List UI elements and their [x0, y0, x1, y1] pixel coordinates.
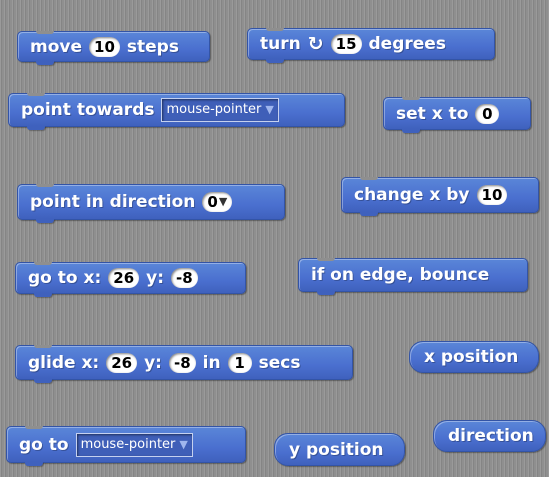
glide-in-label: in — [202, 352, 221, 373]
y-position-reporter[interactable]: y position — [274, 433, 405, 466]
dropdown-arrow-icon: ▼ — [179, 437, 188, 451]
glide-y-label: y: — [144, 352, 162, 373]
steps-label: steps — [126, 36, 179, 57]
y-position-label: y position — [289, 439, 384, 460]
go-to-y-input[interactable]: -8 — [171, 268, 198, 288]
direction-reporter[interactable]: direction — [433, 420, 546, 452]
glide-x-label: glide x: — [28, 352, 100, 373]
set-x-input[interactable]: 0 — [475, 103, 500, 124]
move-steps-block[interactable]: move 10 steps — [17, 31, 210, 65]
go-to-xy-block[interactable]: go to x: 26 y: -8 — [15, 262, 246, 297]
glide-x-input[interactable]: 26 — [106, 352, 138, 373]
go-to-block[interactable]: go to mouse-pointer ▼ — [6, 426, 246, 466]
bounce-label: if on edge, bounce — [311, 265, 490, 285]
turn-label: turn — [260, 34, 301, 54]
if-on-edge-bounce-block[interactable]: if on edge, bounce — [298, 258, 528, 295]
change-x-input[interactable]: 10 — [476, 185, 508, 205]
direction-input[interactable]: 0 ▼ — [202, 192, 233, 212]
go-to-label: go to — [19, 434, 69, 455]
degrees-input[interactable]: 15 — [330, 34, 362, 54]
go-to-x-input[interactable]: 26 — [108, 268, 140, 288]
point-in-direction-block[interactable]: point in direction 0 ▼ — [17, 184, 285, 223]
point-towards-label: point towards — [21, 100, 155, 120]
direction-dropdown-arrow-icon[interactable]: ▼ — [219, 192, 227, 212]
direction-label: direction — [448, 426, 534, 446]
steps-input[interactable]: 10 — [89, 36, 120, 57]
dropdown-value: mouse-pointer — [166, 102, 262, 117]
go-to-y-label: y: — [146, 268, 165, 288]
point-towards-dropdown[interactable]: mouse-pointer ▼ — [161, 98, 279, 122]
go-to-dropdown[interactable]: mouse-pointer ▼ — [75, 432, 193, 457]
dropdown-value: mouse-pointer — [80, 436, 176, 452]
point-direction-label: point in direction — [30, 192, 196, 212]
glide-y-input[interactable]: -8 — [168, 352, 196, 373]
glide-secs-label: secs — [258, 352, 301, 373]
set-x-label: set x to — [396, 103, 469, 124]
go-to-x-label: go to x: — [28, 268, 102, 288]
degrees-label: degrees — [368, 34, 446, 54]
change-x-label: change x by — [354, 185, 470, 205]
move-label: move — [30, 36, 83, 57]
glide-block[interactable]: glide x: 26 y: -8 in 1 secs — [15, 345, 353, 383]
x-position-label: x position — [424, 347, 519, 367]
set-x-block[interactable]: set x to 0 — [383, 97, 531, 133]
direction-value: 0 — [207, 193, 218, 211]
dropdown-arrow-icon: ▼ — [265, 103, 274, 116]
turn-clockwise-icon: ↻ — [307, 32, 324, 55]
turn-degrees-block[interactable]: turn ↻ 15 degrees — [247, 28, 495, 63]
change-x-block[interactable]: change x by 10 — [341, 177, 539, 216]
x-position-reporter[interactable]: x position — [409, 341, 539, 373]
point-towards-block[interactable]: point towards mouse-pointer ▼ — [8, 93, 345, 130]
glide-secs-input[interactable]: 1 — [227, 352, 252, 373]
